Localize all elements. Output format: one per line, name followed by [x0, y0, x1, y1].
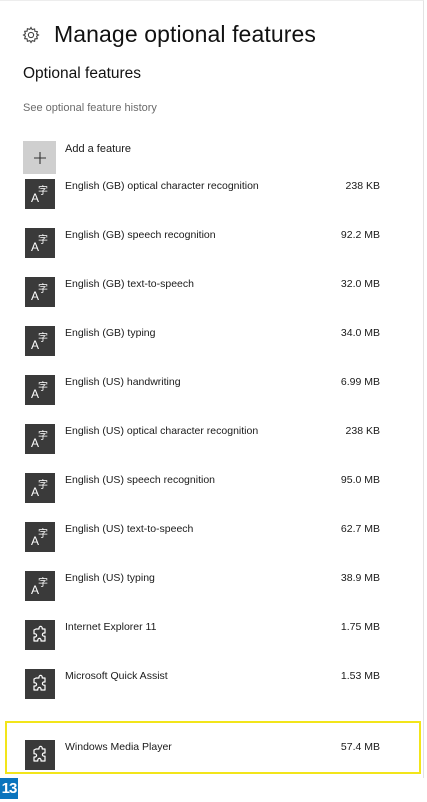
puzzle-icon — [25, 740, 55, 770]
svg-text:字: 字 — [38, 478, 48, 491]
feature-size: 38.9 MB — [340, 572, 380, 584]
feature-row[interactable]: A字 English (US) handwriting 6.99 MB — [20, 371, 410, 420]
feature-row[interactable]: Internet Explorer 11 1.75 MB — [20, 616, 410, 665]
svg-text:字: 字 — [38, 527, 48, 540]
feature-size: 1.53 MB — [340, 670, 380, 682]
feature-name: English (GB) optical character recogniti… — [65, 180, 259, 192]
feature-name: English (GB) typing — [65, 327, 156, 339]
puzzle-icon — [25, 620, 55, 650]
feature-size: 32.0 MB — [340, 278, 380, 290]
section-title: Optional features — [23, 65, 142, 82]
feature-row[interactable]: A字 English (GB) speech recognition 92.2 … — [20, 224, 410, 273]
feature-row[interactable]: A字 English (GB) text-to-speech 32.0 MB — [20, 273, 410, 322]
feature-name: English (US) text-to-speech — [65, 523, 194, 535]
step-badge: 13 — [0, 778, 18, 799]
svg-text:字: 字 — [38, 184, 48, 197]
feature-name: English (US) handwriting — [65, 376, 181, 388]
feature-size: 92.2 MB — [340, 229, 380, 241]
language-icon: A字 — [25, 326, 55, 356]
feature-name: English (US) typing — [65, 572, 155, 584]
feature-name: English (US) speech recognition — [65, 474, 215, 486]
feature-size: 57.4 MB — [340, 741, 380, 753]
language-icon: A字 — [25, 522, 55, 552]
feature-row[interactable]: A字 English (US) typing 38.9 MB — [20, 567, 410, 616]
feature-row[interactable]: A字 English (US) optical character recogn… — [20, 420, 410, 469]
feature-row[interactable]: A字 English (GB) optical character recogn… — [20, 175, 410, 224]
feature-size: 238 KB — [345, 180, 380, 192]
feature-name: Internet Explorer 11 — [65, 621, 157, 633]
settings-panel: Manage optional features Optional featur… — [0, 0, 424, 778]
language-icon: A字 — [25, 179, 55, 209]
language-icon: A字 — [25, 424, 55, 454]
feature-size: 1.75 MB — [340, 621, 380, 633]
feature-name: Microsoft Quick Assist — [65, 670, 168, 682]
feature-name: Windows Media Player — [65, 741, 172, 753]
feature-row[interactable]: A字 English (US) text-to-speech 62.7 MB — [20, 518, 410, 567]
add-feature-label: Add a feature — [65, 143, 132, 155]
language-icon: A字 — [25, 277, 55, 307]
page: Manage optional features Optional featur… — [0, 0, 427, 802]
feature-row[interactable]: Microsoft Quick Assist 1.53 MB — [20, 665, 410, 714]
feature-row[interactable]: A字 English (US) speech recognition 95.0 … — [20, 469, 410, 518]
svg-text:字: 字 — [38, 429, 48, 442]
language-icon: A字 — [25, 473, 55, 503]
page-header: Manage optional features — [22, 21, 316, 48]
feature-size: 238 KB — [345, 425, 380, 437]
language-icon: A字 — [25, 228, 55, 258]
feature-name: English (GB) text-to-speech — [65, 278, 194, 290]
svg-text:字: 字 — [38, 576, 48, 589]
feature-size: 62.7 MB — [340, 523, 380, 535]
feature-size: 95.0 MB — [340, 474, 380, 486]
svg-text:字: 字 — [38, 282, 48, 295]
svg-text:字: 字 — [38, 233, 48, 246]
language-icon: A字 — [25, 571, 55, 601]
gear-icon — [22, 25, 40, 44]
plus-icon — [23, 141, 56, 174]
feature-name: English (GB) speech recognition — [65, 229, 216, 241]
page-title: Manage optional features — [54, 21, 316, 47]
feature-row-selected[interactable]: Windows Media Player 57.4 MB — [20, 736, 410, 785]
feature-size: 34.0 MB — [340, 327, 380, 339]
add-feature-button[interactable]: Add a feature — [23, 141, 131, 174]
svg-text:字: 字 — [38, 331, 48, 344]
language-icon: A字 — [25, 375, 55, 405]
svg-text:字: 字 — [38, 380, 48, 393]
feature-row[interactable]: A字 English (GB) typing 34.0 MB — [20, 322, 410, 371]
feature-name: English (US) optical character recogniti… — [65, 425, 259, 437]
puzzle-icon — [25, 669, 55, 699]
feature-size: 6.99 MB — [340, 376, 380, 388]
optional-feature-history-link[interactable]: See optional feature history — [23, 102, 157, 114]
